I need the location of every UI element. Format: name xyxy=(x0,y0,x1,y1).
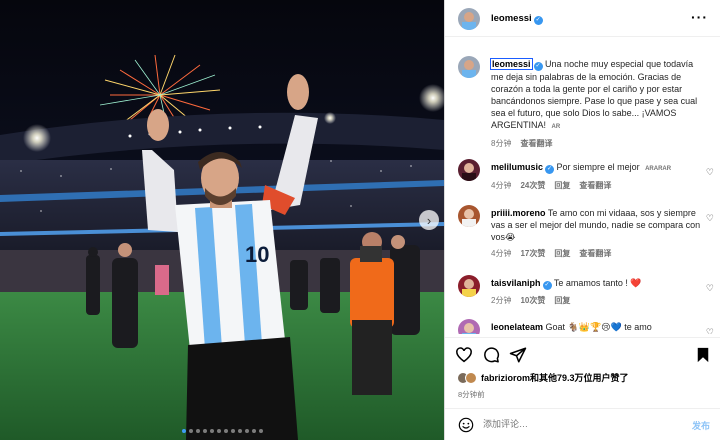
carousel-dot xyxy=(258,429,263,433)
comment-likes[interactable]: 10次赞 xyxy=(520,296,545,306)
comments-list[interactable]: leomessi ✓ Una noche muy especial que tod… xyxy=(445,37,720,334)
carousel-dot xyxy=(209,429,214,433)
comment-meta: 4分钟 24次赞 回复 查看翻译 xyxy=(491,181,704,191)
carousel-indicator xyxy=(0,429,444,433)
carousel-dot xyxy=(188,429,193,433)
add-comment-input[interactable] xyxy=(483,419,673,429)
verified-badge-icon: ✓ xyxy=(542,281,552,290)
comment-avatar[interactable] xyxy=(458,275,480,297)
post-time-ago[interactable]: 8分钟前 xyxy=(458,389,485,400)
comment-translate-link[interactable]: 查看翻译 xyxy=(579,181,611,191)
post-photo[interactable]: 10 › xyxy=(0,0,444,440)
more-options-icon[interactable]: ··· xyxy=(691,9,708,25)
liker-username[interactable]: fabriziorom xyxy=(481,373,530,383)
comment-time[interactable]: 2分钟 xyxy=(491,296,511,306)
comment-like-heart-icon[interactable]: ♡ xyxy=(706,167,714,178)
caption-username[interactable]: leomessi xyxy=(490,58,533,70)
comment-time[interactable]: 4分钟 xyxy=(491,249,511,259)
comment-translate-link[interactable]: 查看翻译 xyxy=(579,249,611,259)
carousel-next-button[interactable]: › xyxy=(419,210,439,230)
caption-avatar[interactable] xyxy=(458,56,480,78)
emoji-icon[interactable] xyxy=(458,417,474,433)
bookmark-icon[interactable] xyxy=(694,346,712,364)
liker-avatar xyxy=(465,371,477,384)
carousel-dot xyxy=(216,429,221,433)
add-comment-bar: 发布 xyxy=(445,408,720,440)
comment-text: Goat 🐐👑🏆😢💙 te amo xyxy=(545,322,652,332)
comment-username[interactable]: priiii.moreno xyxy=(491,208,546,218)
comment-reply-button[interactable]: 回复 xyxy=(554,181,570,191)
post-comment-button[interactable]: 发布 xyxy=(692,419,710,432)
comment-meta: 4分钟 17次赞 回复 查看翻译 xyxy=(491,249,704,259)
post-action-bar xyxy=(445,337,720,371)
share-icon[interactable] xyxy=(509,346,527,364)
caption-meta: 8分钟 查看翻译 xyxy=(491,139,704,149)
author-username[interactable]: leomessi ✓ xyxy=(491,13,543,25)
comment-username[interactable]: melilumusic xyxy=(491,162,543,172)
caption-lang-tag: AR xyxy=(551,124,561,130)
verified-badge-icon: ✓ xyxy=(533,16,543,25)
comment-like-heart-icon[interactable]: ♡ xyxy=(706,283,714,294)
carousel-dot xyxy=(223,429,228,433)
comment-avatar[interactable] xyxy=(458,205,480,227)
caption-text: Una noche muy especial que todavía me de… xyxy=(491,59,698,130)
comment-body: taisvilaniph ✓ Te amamos tanto ! ❤️ 2分钟 1… xyxy=(491,277,704,306)
caption-time[interactable]: 8分钟 xyxy=(491,139,511,149)
comment-username[interactable]: taisvilaniph xyxy=(491,278,541,288)
carousel-dot xyxy=(195,429,200,433)
carousel-dot xyxy=(251,429,256,433)
carousel-dot xyxy=(202,429,207,433)
comment-avatar[interactable] xyxy=(458,319,480,334)
comment-avatar[interactable] xyxy=(458,159,480,181)
comment-likes[interactable]: 24次赞 xyxy=(520,181,545,191)
caption-body: leomessi ✓ Una noche muy especial que tod… xyxy=(490,58,704,149)
heart-icon[interactable] xyxy=(455,346,473,364)
comment-body: melilumusic ✓ Por siempre el mejor ARARAR… xyxy=(491,161,704,191)
carousel-dot xyxy=(230,429,235,433)
verified-badge-icon: ✓ xyxy=(545,165,555,174)
comment-reply-button[interactable]: 回复 xyxy=(554,249,570,259)
comment-like-heart-icon[interactable]: ♡ xyxy=(706,327,714,334)
comment-likes[interactable]: 17次赞 xyxy=(520,249,545,259)
post-side-panel: leomessi ✓ ··· leomessi ✓ Una noche muy es… xyxy=(444,0,720,440)
comment-time[interactable]: 4分钟 xyxy=(491,181,511,191)
comment-body: priiii.moreno Te amo con mi vidaaa, sos … xyxy=(491,207,704,259)
carousel-dot xyxy=(237,429,242,433)
stadium-photo: 10 xyxy=(0,0,444,440)
comment-meta: 2分钟 10次赞 回复 xyxy=(491,296,704,306)
likes-count-text[interactable]: 和其他79.3万位用户赞了 xyxy=(530,373,629,383)
carousel-dot-active xyxy=(181,429,186,433)
comment-lang-tag: ARARAR xyxy=(645,166,672,172)
author-avatar[interactable] xyxy=(458,8,480,30)
comment-icon[interactable] xyxy=(482,346,500,364)
comment-username[interactable]: leonelateam xyxy=(491,322,543,332)
post-header: leomessi ✓ ··· xyxy=(445,0,720,37)
carousel-dot xyxy=(244,429,249,433)
comment-body: leonelateam Goat 🐐👑🏆😢💙 te amo xyxy=(491,321,704,333)
comment-reply-button[interactable]: 回复 xyxy=(554,296,570,306)
verified-badge-icon: ✓ xyxy=(533,62,543,71)
comment-text: Te amamos tanto ! ❤️ xyxy=(553,278,642,288)
jersey-number: 10 xyxy=(245,242,269,267)
comment-text: Por siempre el mejor xyxy=(556,162,640,172)
likes-summary[interactable]: fabriziorom和其他79.3万位用户赞了 xyxy=(457,371,629,384)
instagram-post-modal: 10 › leomessi ✓ ··· leomessi ✓ Una noche… xyxy=(0,0,720,440)
caption-translate-link[interactable]: 查看翻译 xyxy=(520,139,552,149)
comment-like-heart-icon[interactable]: ♡ xyxy=(706,213,714,224)
